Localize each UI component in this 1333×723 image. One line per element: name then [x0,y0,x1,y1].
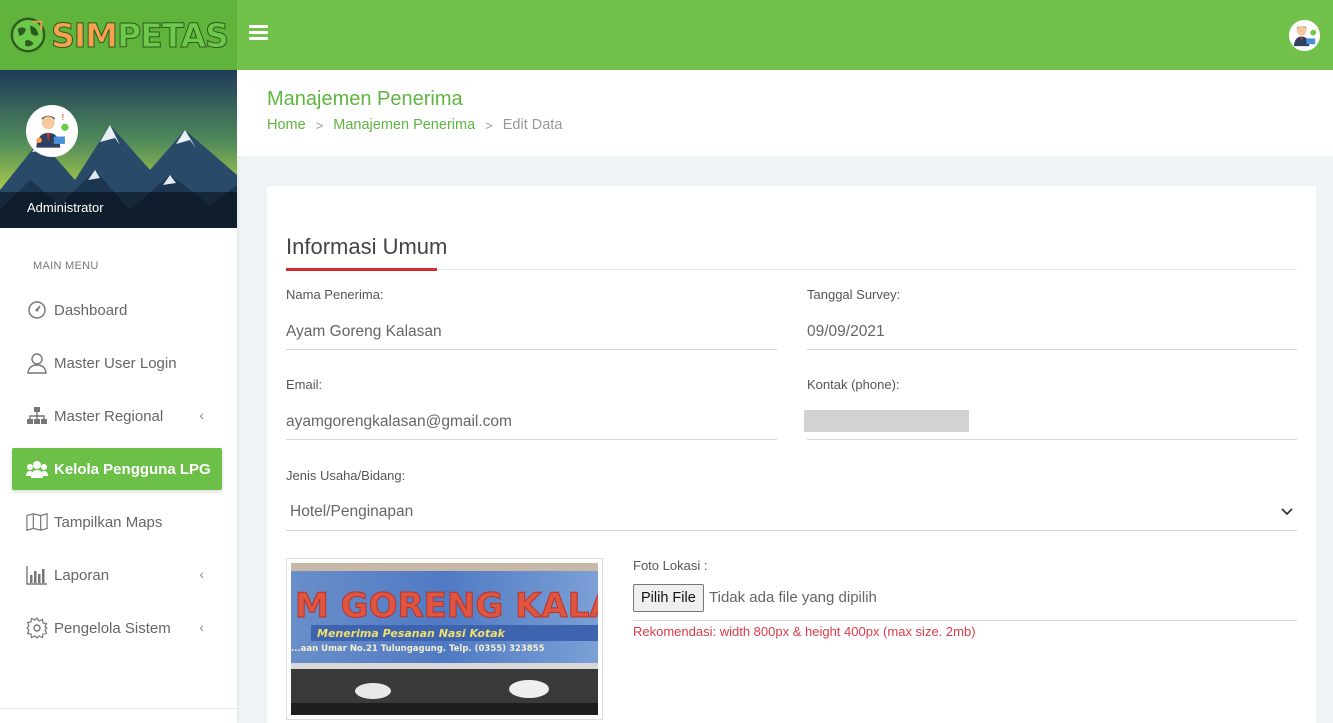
sidebar-item-dashboard[interactable]: Dashboard [12,289,222,331]
breadcrumb-manajemen-link[interactable]: Manajemen Penerima [333,117,475,133]
section-title-underline [286,268,437,271]
user-avatar-icon[interactable] [1289,20,1320,51]
sidebar-item-label: Master User Login [54,354,177,372]
globe-logo-icon [10,17,46,53]
top-navbar: SIMPETAS [0,0,1333,70]
sidebar-item-label: Master Regional [54,407,164,425]
edit-form-card: Informasi Umum Nama Penerima: Ayam Goren… [267,186,1316,723]
file-status-text: Tidak ada file yang dipilih [709,589,877,606]
breadcrumb-home-link[interactable]: Home [267,117,306,133]
tanggal-survey-label: Tanggal Survey: [807,287,901,302]
app-logo[interactable]: SIMPETAS [0,0,237,70]
sidebar-divider [0,708,237,709]
sidebar-item-label: Kelola Pengguna LPG [54,460,211,478]
location-photo-image: M GORENG KALAS Menerima Pesanan Nasi Kot… [291,563,598,715]
chevron-left-icon: ‹ [199,407,204,423]
page-header: Manajemen Penerima Home > Manajemen Pene… [237,70,1333,156]
profile-name: Administrator [27,200,104,215]
email-input[interactable]: ayamgorengkalasan@gmail.com [286,413,512,431]
recommendation-detail: width 800px & height 400px (max size. 2m… [716,624,976,639]
logo-wordmark: SIMPETAS [51,15,230,55]
breadcrumb-separator: > [485,117,493,133]
recommendation-text: Rekomendasi: width 800px & height 400px … [633,624,976,639]
recommendation-prefix: Rekomendasi: [633,624,717,639]
nama-penerima-input[interactable]: Ayam Goreng Kalasan [286,323,442,341]
svg-text:!: ! [61,112,64,122]
sidebar-item-tampilkan-maps[interactable]: Tampilkan Maps [12,501,222,543]
email-underline [286,439,777,440]
sign-main-text: M GORENG KALAS [295,586,598,626]
section-divider [286,269,1297,270]
dashboard-gauge-icon [26,299,48,321]
page-title: Manajemen Penerima [267,88,463,110]
tanggal-survey-input[interactable]: 09/09/2021 [807,323,885,341]
kontak-label: Kontak (phone): [807,377,900,392]
chevron-left-icon: ‹ [199,619,204,635]
logo-petas-text: PETAS [116,15,229,55]
jenis-usaha-underline [286,530,1297,531]
sidebar-item-pengelola-sistem[interactable]: Pengelola Sistem ‹ [12,607,222,649]
chevron-left-icon: ‹ [199,566,204,582]
jenis-usaha-label: Jenis Usaha/Bidang: [286,468,406,483]
sidebar-item-label: Pengelola Sistem [54,619,171,637]
sidebar-item-label: Laporan [54,566,110,584]
sidebar-item-master-user-login[interactable]: Master User Login [12,342,222,384]
sidebar-item-label: Tampilkan Maps [54,513,163,531]
menu-header: MAIN MENU [33,260,99,272]
sign-subtext: Menerima Pesanan Nasi Kotak [317,627,506,640]
gear-icon [26,617,48,639]
foto-lokasi-label: Foto Lokasi : [633,558,708,573]
breadcrumb: Home > Manajemen Penerima > Edit Data [267,117,562,133]
foto-lokasi-preview: M GORENG KALAS Menerima Pesanan Nasi Kot… [286,558,603,720]
breadcrumb-current: Edit Data [502,117,563,133]
sidebar-item-label: Dashboard [54,301,128,319]
kontak-input-redacted[interactable] [804,410,969,432]
sitemap-icon [26,405,48,427]
kontak-underline [807,439,1297,440]
nama-penerima-underline [286,349,777,350]
chevron-down-icon[interactable] [1281,508,1293,516]
section-title: Informasi Umum [286,234,448,259]
file-input-underline [633,620,1297,621]
sign-address: ...aan Umar No.21 Tulungagung. Telp. (03… [291,644,545,654]
sidebar-item-kelola-pengguna-lpg[interactable]: Kelola Pengguna LPG [12,448,222,490]
map-icon [26,511,48,533]
hamburger-icon[interactable] [249,25,268,43]
sidebar: ! Administrator MAIN MENU Dashboard Mast… [0,70,237,723]
sidebar-item-master-regional[interactable]: Master Regional ‹ [12,395,222,437]
jenis-usaha-select[interactable]: Hotel/Penginapan [290,503,413,521]
email-label: Email: [286,377,323,392]
bar-chart-icon [26,564,48,586]
user-icon [26,352,48,374]
choose-file-button[interactable]: Pilih File [633,584,704,612]
tanggal-survey-underline [807,349,1297,350]
users-group-icon [26,458,48,480]
profile-banner: ! Administrator [0,70,237,228]
profile-avatar-icon[interactable]: ! [26,105,78,157]
breadcrumb-separator: > [315,117,324,133]
logo-sim-text: SIM [51,15,119,55]
sidebar-item-laporan[interactable]: Laporan ‹ [12,554,222,596]
nama-penerima-label: Nama Penerima: [286,287,384,302]
